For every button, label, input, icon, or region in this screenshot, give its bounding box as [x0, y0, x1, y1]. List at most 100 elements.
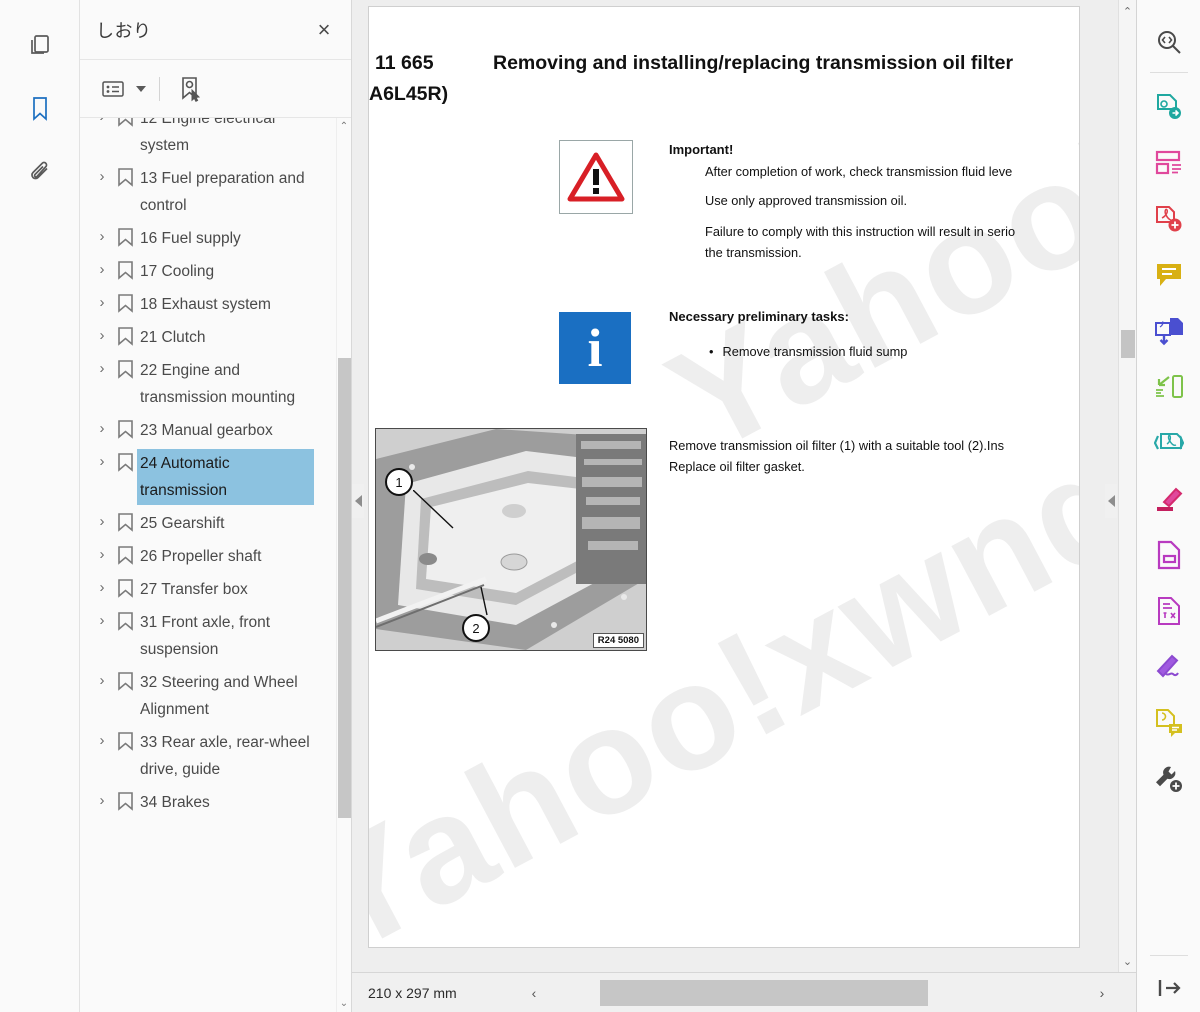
bookmark-icon: [112, 165, 138, 187]
bookmark-tree-item[interactable]: › 12 Engine electrical system: [80, 118, 337, 162]
close-icon[interactable]: ×: [311, 17, 337, 43]
bookmark-tree-item[interactable]: › 32 Steering and Wheel Alignment: [80, 666, 337, 726]
chevron-right-icon[interactable]: ›: [92, 510, 112, 531]
horizontal-scrollbar[interactable]: ‹ ›: [518, 979, 1118, 1006]
scroll-up-icon[interactable]: ⌃: [1119, 0, 1136, 22]
chevron-right-icon[interactable]: ›: [92, 576, 112, 597]
bookmarks-panel-header: しおり ×: [80, 0, 351, 60]
bookmark-tree-item[interactable]: › 18 Exhaust system: [80, 288, 337, 321]
chevron-right-icon[interactable]: ›: [92, 609, 112, 630]
pdf-page: Yahoo!xwnqwz Yahoo!xwnqwz 11 665 Removing…: [368, 6, 1080, 948]
chevron-right-icon[interactable]: ›: [92, 324, 112, 345]
form-fields-icon[interactable]: [1144, 135, 1194, 191]
bookmark-item-label: 13 Fuel preparation and control: [140, 170, 305, 214]
convert-pdf-icon[interactable]: [1144, 79, 1194, 135]
annotate-icon[interactable]: [1144, 695, 1194, 751]
bookmark-tree-item[interactable]: › 24 Automatic transmission: [80, 447, 337, 507]
scroll-up-icon[interactable]: ⌃: [337, 118, 351, 135]
warning-icon: [559, 140, 633, 214]
bookmark-tree-item[interactable]: › 23 Manual gearbox: [80, 414, 337, 447]
info-icon: i: [559, 312, 631, 384]
chevron-right-icon[interactable]: ›: [92, 669, 112, 690]
collapse-right-handle[interactable]: [1105, 484, 1117, 518]
create-pdf-icon[interactable]: [1144, 191, 1194, 247]
comment-icon[interactable]: [1144, 247, 1194, 303]
collapse-left-handle[interactable]: [352, 484, 364, 518]
bookmark-item-label: 27 Transfer box: [140, 581, 248, 598]
chevron-right-icon[interactable]: ›: [92, 789, 112, 810]
bookmark-icon: [112, 543, 138, 565]
collapse-panel-icon[interactable]: [1144, 964, 1194, 1012]
list-item: • Remove transmission fluid sump: [669, 324, 907, 359]
sign-icon[interactable]: [1144, 639, 1194, 695]
bookmarks-icon[interactable]: [17, 86, 63, 132]
bookmark-tree-item[interactable]: › 31 Front axle, front suspension: [80, 606, 337, 666]
chevron-right-icon[interactable]: ›: [92, 118, 112, 126]
scroll-left-icon[interactable]: ‹: [518, 980, 550, 1006]
bookmark-item-label: 32 Steering and Wheel Alignment: [140, 674, 298, 718]
bookmark-tree-item[interactable]: › 26 Propeller shaft: [80, 540, 337, 573]
bookmark-tree-item[interactable]: › 16 Fuel supply: [80, 222, 337, 255]
bookmark-icon: [112, 729, 138, 751]
bookmark-icon: [112, 291, 138, 313]
compress-pdf-icon[interactable]: [1144, 415, 1194, 471]
bookmarks-tree: › 12 Engine electrical system › 13 Fuel pre…: [80, 118, 337, 1012]
horizontal-scrollbar-thumb[interactable]: [600, 979, 928, 1006]
bookmark-tree-item[interactable]: › 27 Transfer box: [80, 573, 337, 606]
vertical-scrollbar[interactable]: ⌃ ⌄: [1118, 0, 1136, 972]
body-line: Remove transmission oil filter (1) with …: [669, 438, 1004, 453]
extract-pages-icon[interactable]: [1144, 359, 1194, 415]
export-pdf-icon[interactable]: [1144, 303, 1194, 359]
bullet-glyph: •: [709, 344, 714, 359]
bookmark-tree-item[interactable]: › 25 Gearshift: [80, 507, 337, 540]
attachments-icon[interactable]: [17, 150, 63, 196]
bookmarks-panel-title: しおり: [96, 20, 152, 41]
document-viewer: Yahoo!xwnqwz Yahoo!xwnqwz 11 665 Removing…: [352, 0, 1136, 1012]
page-thumbnails-icon[interactable]: [17, 22, 63, 68]
page-title-line2: A6L45R): [369, 83, 449, 105]
chevron-right-icon[interactable]: ›: [92, 225, 112, 246]
horizontal-scrollbar-track[interactable]: [550, 979, 1086, 1006]
tools-icon[interactable]: [1144, 751, 1194, 807]
bookmark-icon: [112, 609, 138, 631]
bookmark-icon: [112, 357, 138, 379]
chevron-right-icon[interactable]: ›: [92, 729, 112, 750]
bookmark-options-icon[interactable]: [96, 74, 130, 104]
document-canvas: Yahoo!xwnqwz Yahoo!xwnqwz 11 665 Removing…: [352, 0, 1136, 972]
chevron-right-icon[interactable]: ›: [92, 543, 112, 564]
vertical-scrollbar-thumb[interactable]: [1121, 330, 1135, 358]
figure-image: R24 5080: [375, 428, 647, 651]
chevron-right-icon[interactable]: ›: [92, 357, 112, 378]
scroll-right-icon[interactable]: ›: [1086, 980, 1118, 1006]
chevron-right-icon[interactable]: ›: [92, 450, 112, 471]
redact-icon[interactable]: [1144, 527, 1194, 583]
status-bar: 210 x 297 mm ‹ ›: [352, 972, 1136, 1012]
bookmark-item-label: 24 Automatic transmission: [138, 450, 313, 504]
bookmark-tree-item[interactable]: › 22 Engine and transmission mounting: [80, 354, 337, 414]
bookmarks-scrollbar-thumb[interactable]: [338, 358, 351, 818]
bookmarks-scrollbar[interactable]: ⌃ ⌄: [336, 118, 351, 1012]
bookmarks-panel-toolbar: [80, 60, 351, 118]
chevron-right-icon[interactable]: ›: [92, 291, 112, 312]
select-bookmark-icon[interactable]: [173, 74, 207, 104]
bookmark-tree-item[interactable]: › 33 Rear axle, rear-wheel drive, guide: [80, 726, 337, 786]
bookmark-tree-item[interactable]: › 34 Brakes: [80, 786, 337, 819]
bookmark-item-label: 18 Exhaust system: [140, 296, 271, 313]
toolbar-divider: [159, 76, 160, 101]
remove-pages-icon[interactable]: [1144, 583, 1194, 639]
search-icon[interactable]: [1144, 14, 1194, 70]
bookmark-tree-item[interactable]: › 17 Cooling: [80, 255, 337, 288]
scroll-down-icon[interactable]: ⌄: [1119, 950, 1136, 972]
callout-leader-line: [480, 587, 488, 616]
bookmark-tree-item[interactable]: › 21 Clutch: [80, 321, 337, 354]
bookmark-tree-item[interactable]: › 13 Fuel preparation and control: [80, 162, 337, 222]
scroll-down-icon[interactable]: ⌄: [337, 995, 351, 1012]
chevron-right-icon[interactable]: ›: [92, 417, 112, 438]
highlight-icon[interactable]: [1144, 471, 1194, 527]
chevron-right-icon[interactable]: ›: [92, 165, 112, 186]
chevron-down-icon[interactable]: [136, 85, 146, 92]
chevron-right-icon[interactable]: ›: [92, 258, 112, 279]
bookmark-item-label: 33 Rear axle, rear-wheel drive, guide: [140, 734, 310, 778]
bookmark-icon: [112, 258, 138, 280]
bookmark-item-label: 16 Fuel supply: [140, 230, 241, 247]
